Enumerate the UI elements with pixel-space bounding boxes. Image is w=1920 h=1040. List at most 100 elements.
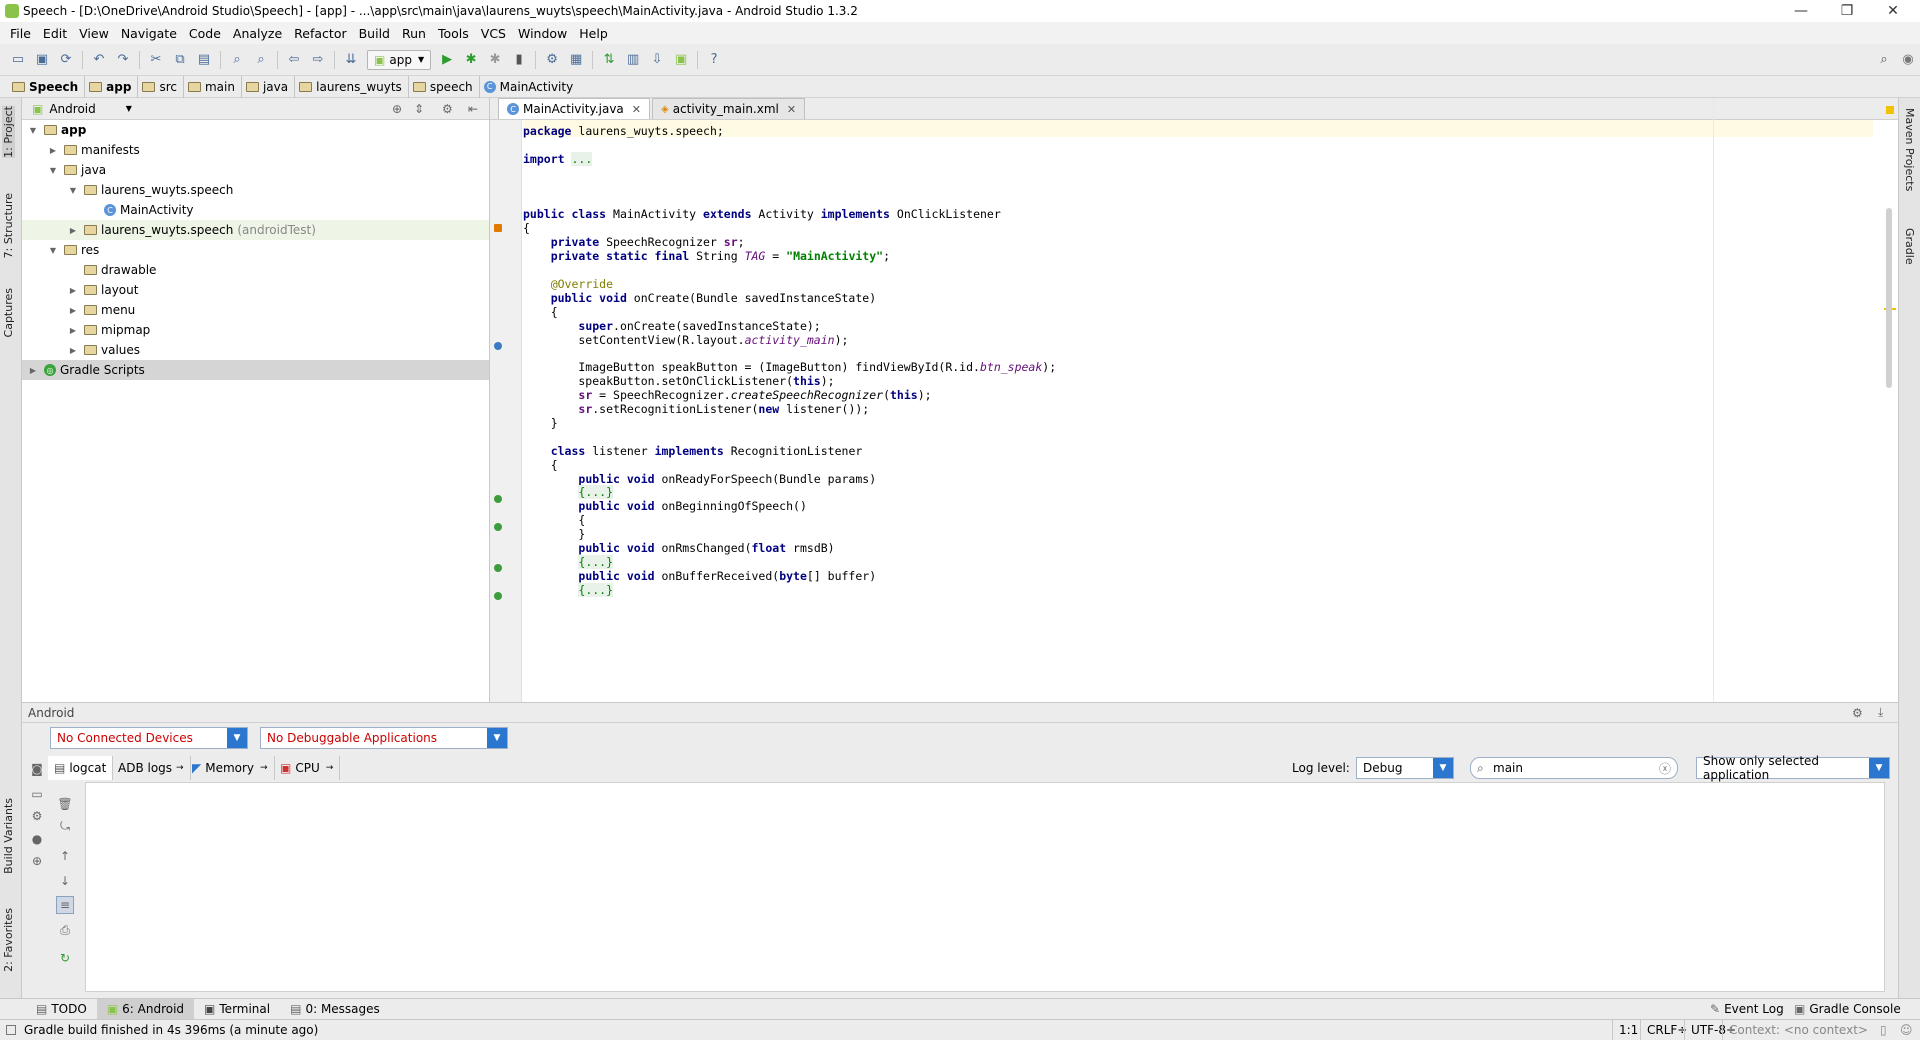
tool-tab-gradle-console[interactable]: ▣ Gradle Console <box>1784 999 1911 1020</box>
tool-tab-todo[interactable]: ▤ TODO <box>26 999 97 1020</box>
tool-tab-favorites[interactable]: 2: Favorites <box>2 908 15 972</box>
menu-window[interactable]: Window <box>512 26 573 41</box>
menu-vcs[interactable]: VCS <box>475 26 512 41</box>
tool-tab-messages[interactable]: ▤ 0: Messages <box>280 999 390 1020</box>
tool-tab-event-log[interactable]: ✎ Event Log <box>1700 999 1794 1020</box>
menu-view[interactable]: View <box>73 26 115 41</box>
rerun-icon[interactable]: ↻ <box>56 949 74 967</box>
log-level-select[interactable]: Debug ▼ <box>1356 757 1454 779</box>
project-structure-icon[interactable]: ⚙ <box>542 50 562 70</box>
tool-tab-android[interactable]: ▣ 6: Android <box>96 998 195 1020</box>
menu-analyze[interactable]: Analyze <box>227 26 288 41</box>
tree-item[interactable]: ▼ res <box>22 240 489 260</box>
tree-item[interactable]: ▼ laurens_wuyts.speech <box>22 180 489 200</box>
breadcrumb-item[interactable]: laurens_wuyts <box>295 75 409 98</box>
tree-item[interactable]: ▶ mipmap <box>22 320 489 340</box>
menu-help[interactable]: Help <box>573 26 614 41</box>
search-everywhere-icon[interactable]: ⌕ <box>1874 50 1894 70</box>
attach-debugger-icon[interactable]: ✱ <box>485 50 505 70</box>
tool-tab-gradle[interactable]: Gradle <box>1903 228 1916 265</box>
tree-item[interactable]: ▶ menu <box>22 300 489 320</box>
tool-tab-structure[interactable]: 7: Structure <box>2 193 15 258</box>
collapsed-arrow-icon[interactable]: ▶ <box>68 286 78 295</box>
clear-icon[interactable]: ⓧ <box>1659 760 1671 777</box>
minimize-button[interactable]: — <box>1778 0 1824 22</box>
event-icon[interactable]: ◉ <box>1898 50 1918 70</box>
menu-navigate[interactable]: Navigate <box>115 26 183 41</box>
sdk-manager-icon[interactable]: ▦ <box>566 50 586 70</box>
lock-icon[interactable]: ▯ <box>1880 1023 1887 1037</box>
menu-edit[interactable]: Edit <box>37 26 73 41</box>
paste-icon[interactable]: ▤ <box>194 50 214 70</box>
collapsed-arrow-icon[interactable]: ▶ <box>68 326 78 335</box>
collapsed-arrow-icon[interactable]: ▶ <box>48 146 58 155</box>
tree-item[interactable]: C MainActivity <box>22 200 489 220</box>
run-gutter-icon[interactable] <box>494 224 502 232</box>
tab-cpu[interactable]: ▣ CPU → <box>274 756 341 780</box>
open-icon[interactable]: ▭ <box>8 50 28 70</box>
tree-item[interactable]: ▼ app <box>22 120 489 140</box>
tab-mainactivity-java[interactable]: C MainActivity.java ✕ <box>498 98 650 119</box>
implement-gutter-icon[interactable] <box>494 564 502 572</box>
stop-icon[interactable]: ▮ <box>509 50 529 70</box>
restore-button[interactable]: ❐ <box>1824 0 1870 22</box>
app-select[interactable]: No Debuggable Applications ▼ <box>260 727 508 749</box>
logcat-search-input[interactable]: ⌕ main ⓧ <box>1470 757 1678 779</box>
tab-memory[interactable]: ◤ Memory → <box>186 756 275 780</box>
collapsed-arrow-icon[interactable]: ▶ <box>68 226 78 235</box>
hide-panel-icon[interactable]: ⤓ <box>1878 705 1883 720</box>
tree-item[interactable]: ▼ java <box>22 160 489 180</box>
collapse-all-icon[interactable]: ⇕ <box>414 102 424 116</box>
tree-item[interactable]: ▶ laurens_wuyts.speech (androidTest) <box>22 220 489 240</box>
implement-gutter-icon[interactable] <box>494 592 502 600</box>
soft-wrap-icon[interactable]: ≡ <box>56 896 74 914</box>
scroll-up-icon[interactable]: ↑ <box>56 847 74 865</box>
terminate-icon[interactable]: ● <box>28 830 46 848</box>
save-icon[interactable]: ▣ <box>32 50 52 70</box>
logcat-output[interactable] <box>85 782 1885 992</box>
tool-tab-maven-projects[interactable]: Maven Projects <box>1903 108 1916 191</box>
status-message[interactable]: Gradle build finished in 4s 396ms (a min… <box>24 1023 318 1037</box>
tool-tab-terminal[interactable]: ▣ Terminal <box>194 999 280 1020</box>
status-square-icon[interactable] <box>6 1024 16 1035</box>
tab-activity-main-xml[interactable]: ◈ activity_main.xml ✕ <box>652 98 806 119</box>
tool-tab-project[interactable]: 1: Project <box>2 106 15 158</box>
help-icon[interactable]: ? <box>704 50 724 70</box>
close-button[interactable]: ✕ <box>1870 0 1916 22</box>
android-monitor-icon[interactable]: ▣ <box>671 50 691 70</box>
implement-gutter-icon[interactable] <box>494 495 502 503</box>
make-project-icon[interactable]: ⇊ <box>341 50 361 70</box>
run-config-select[interactable]: ▣ app ▼ <box>367 49 432 70</box>
tree-item[interactable]: ▶ manifests <box>22 140 489 160</box>
breadcrumb-item[interactable]: java <box>242 75 296 98</box>
record-icon[interactable]: ▭ <box>28 785 46 803</box>
restart-icon[interactable]: ⤿ <box>56 817 74 835</box>
breadcrumb-item[interactable]: C MainActivity <box>480 76 580 98</box>
menu-run[interactable]: Run <box>396 26 432 41</box>
implement-gutter-icon[interactable] <box>494 523 502 531</box>
expanded-arrow-icon[interactable]: ▼ <box>48 246 58 255</box>
print-icon[interactable]: ⎙ <box>56 921 74 939</box>
tree-item[interactable]: drawable <box>22 260 489 280</box>
sync-icon[interactable]: ⟳ <box>56 50 76 70</box>
scroll-from-source-icon[interactable]: ⊕ <box>392 102 402 116</box>
tab-adb-logs[interactable]: ADB logs → <box>112 756 191 780</box>
back-icon[interactable]: ⇦ <box>284 50 304 70</box>
menu-build[interactable]: Build <box>353 26 396 41</box>
device-select[interactable]: No Connected Devices ▼ <box>50 727 248 749</box>
tree-item[interactable]: ▶ values <box>22 340 489 360</box>
breadcrumb-item[interactable]: src <box>138 75 184 98</box>
expanded-arrow-icon[interactable]: ▼ <box>28 126 38 135</box>
menu-tools[interactable]: Tools <box>432 26 475 41</box>
collapsed-arrow-icon[interactable]: ▶ <box>28 366 38 375</box>
sdk-download-icon[interactable]: ⇩ <box>647 50 667 70</box>
menu-refactor[interactable]: Refactor <box>288 26 352 41</box>
chevron-down-icon[interactable]: ▼ <box>126 104 132 113</box>
filter-select[interactable]: Show only selected application ▼ <box>1696 754 1890 782</box>
menu-file[interactable]: File <box>4 26 37 41</box>
hector-icon[interactable]: ☺ <box>1900 1023 1913 1037</box>
project-view-select[interactable]: Android <box>49 102 95 116</box>
screenshot-icon[interactable]: ◙ <box>28 760 46 778</box>
gear-icon[interactable]: ⚙ <box>442 102 453 116</box>
tool-tab-captures[interactable]: Captures <box>2 288 15 337</box>
